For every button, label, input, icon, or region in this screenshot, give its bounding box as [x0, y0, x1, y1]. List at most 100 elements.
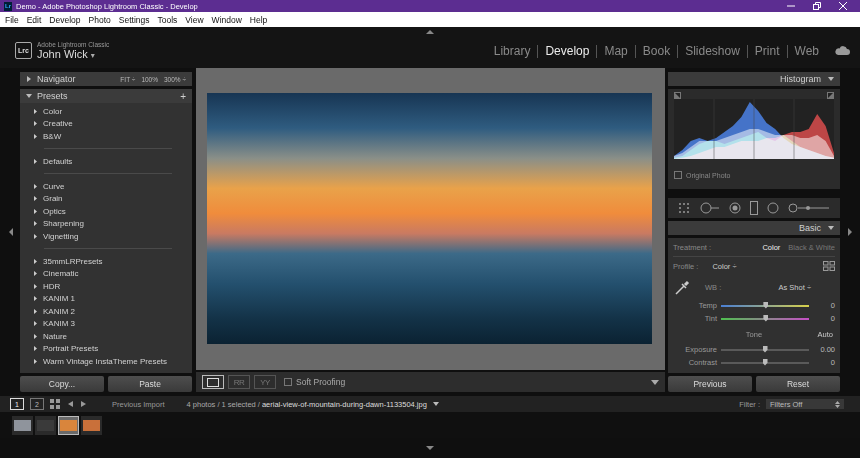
filename-menu-icon[interactable]: [433, 402, 439, 406]
filename[interactable]: aerial-view-of-mountain-during-dawn-1133…: [262, 400, 427, 409]
restore-icon[interactable]: [812, 1, 822, 11]
add-preset-button[interactable]: +: [180, 91, 186, 102]
radial-filter-icon[interactable]: [767, 202, 779, 214]
preset-folder[interactable]: KANIM 1: [20, 293, 192, 306]
preset-folder[interactable]: Defaults: [20, 155, 192, 168]
preset-folder[interactable]: Cinematic: [20, 268, 192, 281]
soft-proofing[interactable]: Soft Proofing: [284, 377, 345, 387]
thumbnail[interactable]: [12, 416, 33, 435]
preset-folder[interactable]: Creative: [20, 118, 192, 131]
cloud-icon[interactable]: [834, 46, 850, 56]
preset-folder[interactable]: B&W: [20, 130, 192, 143]
module-tab[interactable]: Print: [747, 45, 787, 58]
preset-folder[interactable]: KANIM 3: [20, 318, 192, 331]
panel-button[interactable]: Reset: [756, 376, 840, 392]
treatment-option[interactable]: Black & White: [788, 243, 835, 252]
preset-folder[interactable]: KANIM 2: [20, 305, 192, 318]
slider-thumb[interactable]: [763, 315, 768, 322]
preset-folder[interactable]: HDR: [20, 280, 192, 293]
preset-folder[interactable]: 35mmLRPresets: [20, 255, 192, 268]
navigator-header[interactable]: NavigatorFIT ÷100%300% ÷: [20, 72, 192, 86]
basic-header[interactable]: Basic: [668, 221, 840, 235]
thumbnail[interactable]: [58, 416, 79, 435]
crop-icon[interactable]: [678, 202, 692, 214]
preset-folder[interactable]: Warm Vintage InstaTheme Presets: [20, 355, 192, 368]
presets-header[interactable]: Presets+: [20, 89, 192, 103]
brush-icon[interactable]: [788, 203, 830, 213]
panel-button[interactable]: Previous: [668, 376, 752, 392]
menu-item[interactable]: Edit: [27, 15, 42, 25]
soft-proofing-checkbox[interactable]: [284, 378, 292, 386]
menu-item[interactable]: Help: [250, 15, 267, 25]
user-menu[interactable]: John Wick ▾: [37, 49, 109, 61]
screen-button[interactable]: 2: [30, 398, 44, 410]
slider-thumb[interactable]: [763, 346, 768, 353]
filmstrip-source[interactable]: Previous Import: [112, 400, 165, 409]
red-eye-icon[interactable]: [729, 202, 741, 214]
minimize-icon[interactable]: [786, 1, 796, 11]
view-mode-button[interactable]: YY: [254, 375, 276, 389]
original-photo-checkbox[interactable]: [674, 171, 682, 179]
module-tab[interactable]: Slideshow: [677, 45, 747, 58]
preset-folder[interactable]: Portrait Presets: [20, 343, 192, 356]
module-tab[interactable]: Library: [487, 45, 538, 58]
highlight-clipping-icon[interactable]: [827, 92, 834, 99]
slider-row: Tint0: [673, 312, 835, 325]
zoom-option[interactable]: 300% ÷: [164, 76, 186, 83]
collapse-left-icon[interactable]: [8, 227, 13, 237]
eyedropper-icon[interactable]: [673, 278, 691, 296]
preset-folder[interactable]: Vignetting: [20, 230, 192, 243]
slider-track[interactable]: [721, 305, 809, 307]
slider-track[interactable]: [721, 362, 809, 364]
filter-dropdown[interactable]: Filters Off: [766, 399, 844, 409]
treatment-option[interactable]: Color: [762, 243, 780, 252]
module-tab[interactable]: Develop: [537, 45, 596, 58]
zoom-option[interactable]: 100%: [141, 76, 158, 83]
slider-track[interactable]: [721, 318, 809, 320]
collapse-right-icon[interactable]: [848, 227, 853, 237]
back-arrow-icon[interactable]: [66, 400, 74, 408]
view-mode-button[interactable]: RR: [228, 375, 250, 389]
panel-button[interactable]: Paste: [108, 376, 192, 392]
original-photo[interactable]: Original Photo: [672, 171, 730, 179]
screen-button[interactable]: 1: [10, 398, 24, 410]
preset-folder[interactable]: Grain: [20, 193, 192, 206]
thumbnail[interactable]: [35, 416, 56, 435]
wb-dropdown[interactable]: As Shot ÷: [779, 283, 811, 292]
module-tab[interactable]: Map: [596, 45, 634, 58]
preset-folder[interactable]: Optics: [20, 205, 192, 218]
toolbar-menu-icon[interactable]: [651, 380, 659, 385]
menu-item[interactable]: Settings: [119, 15, 150, 25]
slider-thumb[interactable]: [763, 359, 768, 366]
collapse-top-icon[interactable]: [425, 29, 435, 34]
profile-dropdown[interactable]: Color ÷: [712, 262, 736, 271]
preset-folder[interactable]: Curve: [20, 180, 192, 193]
view-mode-button[interactable]: [202, 375, 224, 389]
collapse-bottom-icon[interactable]: [425, 446, 435, 451]
slider-track[interactable]: [721, 349, 809, 351]
preset-folder[interactable]: Sharpening: [20, 218, 192, 231]
menu-item[interactable]: Tools: [157, 15, 177, 25]
slider-thumb[interactable]: [763, 302, 768, 309]
module-tab[interactable]: Book: [635, 45, 677, 58]
graduated-filter-icon[interactable]: [749, 201, 759, 215]
zoom-option[interactable]: FIT ÷: [120, 76, 135, 83]
module-tab[interactable]: Web: [787, 45, 826, 58]
menu-item[interactable]: Photo: [89, 15, 111, 25]
menu-item[interactable]: View: [185, 15, 203, 25]
profile-browser-icon[interactable]: [823, 261, 835, 271]
menu-item[interactable]: File: [5, 15, 19, 25]
menu-item[interactable]: Window: [212, 15, 242, 25]
preset-folder[interactable]: Color: [20, 105, 192, 118]
histogram-header[interactable]: Histogram: [668, 72, 840, 86]
auto-button[interactable]: Auto: [818, 330, 833, 339]
spot-removal-icon[interactable]: [700, 202, 720, 214]
menu-item[interactable]: Develop: [49, 15, 80, 25]
preset-folder[interactable]: Nature: [20, 330, 192, 343]
forward-arrow-icon[interactable]: [80, 400, 88, 408]
shadow-clipping-icon[interactable]: [674, 92, 681, 99]
close-icon[interactable]: [838, 1, 848, 11]
panel-button[interactable]: Copy...: [20, 376, 104, 392]
thumbnail[interactable]: [81, 416, 102, 435]
grid-icon[interactable]: [50, 399, 60, 409]
